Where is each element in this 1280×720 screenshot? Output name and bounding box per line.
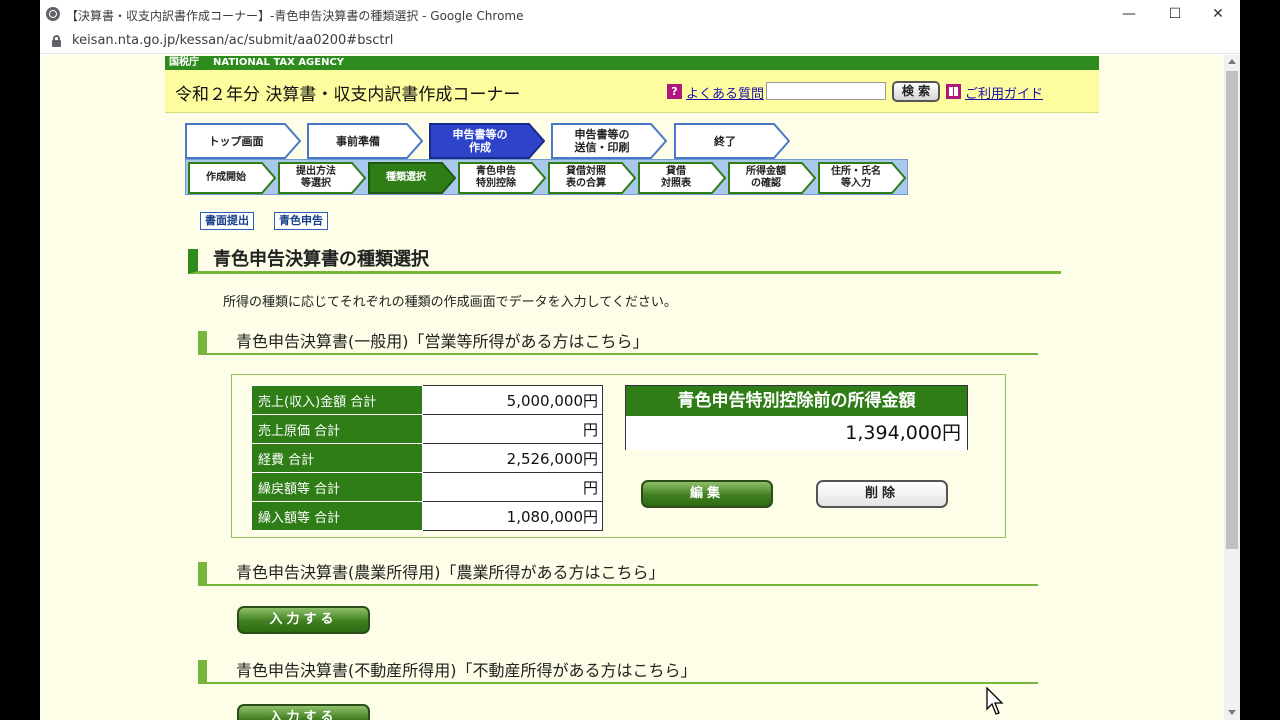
agency-name-en: NATIONAL TAX AGENCY <box>213 57 345 68</box>
agency-name-ja: 国税庁 <box>169 57 199 68</box>
faq-link[interactable]: よくある質問 <box>686 83 764 102</box>
corner-title: 令和２年分 決算書・収支内訳書作成コーナー <box>175 85 521 105</box>
agency-ribbon: 国税庁 NATIONAL TAX AGENCY <box>165 56 1099 70</box>
row-value: 円 <box>422 414 603 444</box>
table-row: 繰入額等 合計 1,080,000円 <box>251 501 603 531</box>
general-summary-panel: 売上(収入)金額 合計 5,000,000円 売上原価 合計円 経費 合計 2,52… <box>231 374 1006 538</box>
summary-table: 売上(収入)金額 合計 5,000,000円 売上原価 合計円 経費 合計 2,52… <box>251 385 603 531</box>
window-title: 【決算書・収支内訳書作成コーナー】-青色申告決算書の種類選択 - Google … <box>66 9 524 23</box>
table-row: 売上原価 合計円 <box>251 414 603 444</box>
sub-step-bar: 作成開始 提出方法 等選択 種類選択 青色申告 特別控除 貸借対照 表の合算 貸… <box>185 159 908 195</box>
row-label: 繰入額等 合計 <box>251 501 423 531</box>
page-viewport: 国税庁 NATIONAL TAX AGENCY 令和２年分 決算書・収支内訳書作成… <box>40 55 1224 720</box>
book-icon[interactable] <box>946 84 961 99</box>
row-label: 売上原価 合計 <box>251 414 423 444</box>
scroll-down-icon[interactable] <box>1228 710 1236 715</box>
section-heading-general: 青色申告決算書(一般用)「営業等所得がある方はこちら」 <box>198 331 1038 355</box>
browser-window: 【決算書・収支内訳書作成コーナー】-青色申告決算書の種類選択 - Google … <box>40 0 1240 720</box>
search-input[interactable] <box>766 82 886 100</box>
tag-paper-submission: 書面提出 <box>200 212 254 230</box>
browser-title-bar: 【決算書・収支内訳書作成コーナー】-青色申告決算書の種類選択 - Google … <box>40 0 1240 28</box>
row-value: 1,080,000円 <box>422 501 603 531</box>
main-step-create: 申告書等の 作成 <box>429 123 545 159</box>
page-title: 青色申告決算書の種類選択 <box>188 249 1061 274</box>
income-value: 1,394,000円 <box>626 416 967 450</box>
main-step-top[interactable]: トップ画面 <box>185 123 301 159</box>
section-heading-agriculture: 青色申告決算書(農業所得用)「農業所得がある方はこちら」 <box>198 562 1038 586</box>
minimize-button[interactable]: — <box>1106 0 1152 28</box>
main-step-send-print[interactable]: 申告書等の 送信・印刷 <box>551 123 667 159</box>
close-button[interactable]: ✕ <box>1195 0 1240 28</box>
question-icon[interactable]: ? <box>667 84 682 99</box>
sub-step-balance-merge[interactable]: 貸借対照 表の合算 <box>548 162 636 194</box>
site-header: 令和２年分 決算書・収支内訳書作成コーナー ? よくある質問 検 索 ご利用ガイ… <box>165 70 1099 113</box>
row-value: 2,526,000円 <box>422 443 603 473</box>
scrollbar-thumb[interactable] <box>1226 71 1238 549</box>
maximize-button[interactable]: ☐ <box>1152 0 1198 28</box>
main-step-finish[interactable]: 終了 <box>674 123 790 159</box>
row-value: 5,000,000円 <box>422 385 603 415</box>
sub-step-income-confirm[interactable]: 所得金額 の確認 <box>728 162 816 194</box>
realestate-input-button[interactable]: 入力する <box>237 704 370 720</box>
sub-step-submit-method[interactable]: 提出方法 等選択 <box>278 162 366 194</box>
mouse-cursor-icon <box>986 687 1004 715</box>
tag-blue-return: 青色申告 <box>274 212 328 230</box>
table-row: 経費 合計 2,526,000円 <box>251 443 603 473</box>
main-step-preparation[interactable]: 事前準備 <box>307 123 423 159</box>
instruction-text: 所得の種類に応じてそれぞれの種類の作成画面でデータを入力してください。 <box>223 295 677 310</box>
table-row: 売上(収入)金額 合計 5,000,000円 <box>251 385 603 415</box>
sub-step-special-deduction[interactable]: 青色申告 特別控除 <box>458 162 546 194</box>
table-row: 繰戻額等 合計円 <box>251 472 603 502</box>
globe-icon <box>46 7 60 21</box>
section-heading-realestate: 青色申告決算書(不動産所得用)「不動産所得がある方はこちら」 <box>198 660 1038 684</box>
sub-step-type-select: 種類選択 <box>368 162 456 194</box>
income-header: 青色申告特別控除前の所得金額 <box>626 386 967 416</box>
agriculture-input-button[interactable]: 入力する <box>237 606 370 634</box>
row-label: 売上(収入)金額 合計 <box>251 385 423 415</box>
row-value: 円 <box>422 472 603 502</box>
delete-button[interactable]: 削除 <box>816 480 948 508</box>
sub-step-address-name[interactable]: 住所・氏名 等入力 <box>818 162 906 194</box>
lock-icon[interactable] <box>52 35 61 47</box>
sub-step-balance-sheet[interactable]: 貸借 対照表 <box>638 162 726 194</box>
row-label: 経費 合計 <box>251 443 423 473</box>
url-text[interactable]: keisan.nta.go.jp/kessan/ac/submit/aa0200… <box>72 33 393 48</box>
row-label: 繰戻額等 合計 <box>251 472 423 502</box>
sub-step-start[interactable]: 作成開始 <box>188 162 276 194</box>
guide-link[interactable]: ご利用ガイド <box>965 83 1043 102</box>
scroll-up-icon[interactable] <box>1228 59 1236 64</box>
page-scrollbar[interactable] <box>1224 55 1240 720</box>
edit-button[interactable]: 編集 <box>641 480 773 508</box>
address-bar[interactable]: keisan.nta.go.jp/kessan/ac/submit/aa0200… <box>40 28 1240 54</box>
income-before-deduction-box: 青色申告特別控除前の所得金額 1,394,000円 <box>625 385 968 450</box>
search-button[interactable]: 検 索 <box>892 81 940 102</box>
